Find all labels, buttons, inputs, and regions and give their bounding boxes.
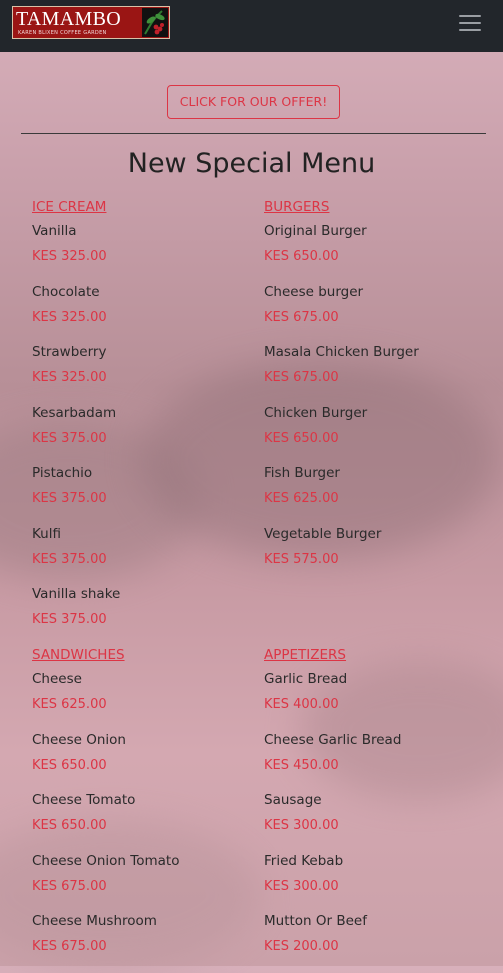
menu-item: Pistachio KES 375.00 (32, 464, 252, 525)
category-link[interactable]: APPETIZERS (264, 646, 484, 670)
menu-item-price: KES 325.00 (32, 370, 107, 385)
menu-item: Fried Kebab KES 300.00 (264, 852, 484, 913)
menu-item-price: KES 325.00 (32, 249, 107, 264)
menu-item: Fish Burger KES 625.00 (264, 464, 484, 525)
menu-item-name: Masala Chicken Burger (264, 344, 419, 360)
menu-item: Vanilla shake KES 375.00 (32, 585, 252, 646)
menu-item-name: Cheese Tomato (32, 792, 136, 808)
menu-item-name: Cheese Onion Tomato (32, 852, 180, 869)
menu-item-price: KES 375.00 (32, 491, 107, 506)
menu-item-price: KES 675.00 (264, 370, 339, 385)
menu-item-price: KES 375.00 (32, 551, 107, 567)
menu-item-name: Vegetable Burger (264, 525, 382, 542)
menu-item-name: Vanilla shake (32, 586, 121, 602)
menu-item-price: KES 400.00 (264, 697, 339, 712)
category-link[interactable]: SANDWICHES (32, 646, 252, 670)
menu-item-name: Kesarbadam (32, 404, 117, 421)
menu-item-name: Chicken Burger (264, 404, 368, 421)
menu-item-price: KES 575.00 (264, 551, 339, 567)
menu-item-price: KES 650.00 (264, 249, 339, 264)
menu-item: Vanilla KES 325.00 (32, 222, 252, 283)
menu-item: Cheese KES 625.00 (32, 670, 252, 731)
menu-section: SANDWICHES Cheese KES 625.00 Cheese Onion KE… (32, 646, 252, 973)
menu-item-price: KES 650.00 (264, 430, 339, 446)
page-title: New Special Menu (127, 148, 376, 179)
coffee-plant-icon (142, 8, 168, 37)
menu-item: Chocolate KES 325.00 (32, 283, 252, 344)
menu-item-name: Chocolate (32, 283, 100, 300)
menu-section: APPETIZERS Garlic Bread KES 400.00 Cheese G… (264, 646, 484, 973)
menu-item-price: KES 325.00 (32, 309, 107, 325)
menu-item: Mutton Or Beef KES 200.00 (264, 912, 484, 973)
menu-item: Strawberry KES 325.00 (32, 343, 252, 404)
menu-item-price: KES 300.00 (264, 878, 339, 894)
menu-item: Kesarbadam KES 375.00 (32, 404, 252, 465)
menu-item-name: Cheese Garlic Bread (264, 731, 402, 748)
menu-item-price: KES 200.00 (264, 939, 339, 954)
menu-item-price: KES 300.00 (264, 818, 339, 833)
menu-item-price: KES 675.00 (32, 878, 107, 894)
navbar: TAMAMBO KAREN BLIXEN COFFEE GARDEN (0, 0, 503, 52)
menu-item: Cheese Onion KES 650.00 (32, 731, 252, 792)
menu-item: Kulfi KES 375.00 (32, 525, 252, 586)
category-link[interactable]: BURGERS (264, 198, 484, 222)
menu-item-name: Cheese (32, 671, 82, 687)
hamburger-icon[interactable] (456, 11, 486, 35)
brand-tagline: KAREN BLIXEN COFFEE GARDEN (18, 30, 107, 36)
menu-item-name: Pistachio (32, 465, 93, 481)
menu-item-name: Mutton Or Beef (264, 913, 367, 929)
divider (21, 133, 486, 134)
menu-item: Original Burger KES 650.00 (264, 222, 484, 283)
brand-logo[interactable]: TAMAMBO KAREN BLIXEN COFFEE GARDEN (12, 6, 170, 39)
menu-item-name: Cheese Onion (32, 731, 126, 748)
menu-item-price: KES 650.00 (32, 818, 107, 833)
menu-item-price: KES 375.00 (32, 430, 107, 446)
menu-item: Chicken Burger KES 650.00 (264, 404, 484, 465)
menu-item: Cheese Onion Tomato KES 675.00 (32, 852, 252, 913)
menu-item-name: Fried Kebab (264, 852, 344, 869)
menu-item-price: KES 375.00 (32, 612, 107, 627)
menu-item-name: Cheese Mushroom (32, 913, 157, 929)
offer-button[interactable]: CLICK FOR OUR OFFER! (167, 85, 340, 119)
menu-item: Cheese Garlic Bread KES 450.00 (264, 731, 484, 792)
menu-item-price: KES 675.00 (264, 309, 339, 325)
menu-section: BURGERS Original Burger KES 650.00 Cheese b… (264, 198, 484, 585)
menu-item-price: KES 625.00 (32, 697, 107, 712)
menu-item: Cheese burger KES 675.00 (264, 283, 484, 344)
menu-item: Cheese Tomato KES 650.00 (32, 791, 252, 852)
menu-item: Sausage KES 300.00 (264, 791, 484, 852)
menu-item: Garlic Bread KES 400.00 (264, 670, 484, 731)
menu-item-name: Sausage (264, 792, 322, 808)
menu-item-name: Cheese burger (264, 283, 364, 300)
menu-item-name: Strawberry (32, 344, 107, 360)
menu-item-name: Fish Burger (264, 465, 340, 481)
menu-section: ICE CREAM Vanilla KES 325.00 Chocolate KES 3… (32, 198, 252, 646)
menu-item-price: KES 450.00 (264, 757, 339, 773)
menu-item: Masala Chicken Burger KES 675.00 (264, 343, 484, 404)
menu-item-name: Original Burger (264, 223, 367, 239)
category-link[interactable]: ICE CREAM (32, 198, 252, 222)
menu-item-name: Vanilla (32, 223, 77, 239)
menu-item: Cheese Mushroom KES 675.00 (32, 912, 252, 973)
menu-item-price: KES 625.00 (264, 491, 339, 506)
menu-item-price: KES 650.00 (32, 757, 107, 773)
menu-item-name: Garlic Bread (264, 671, 348, 687)
menu-item-price: KES 675.00 (32, 939, 107, 954)
brand-name: TAMAMBO (16, 8, 121, 30)
menu-item: Vegetable Burger KES 575.00 (264, 525, 484, 586)
menu-item-name: Kulfi (32, 525, 61, 542)
